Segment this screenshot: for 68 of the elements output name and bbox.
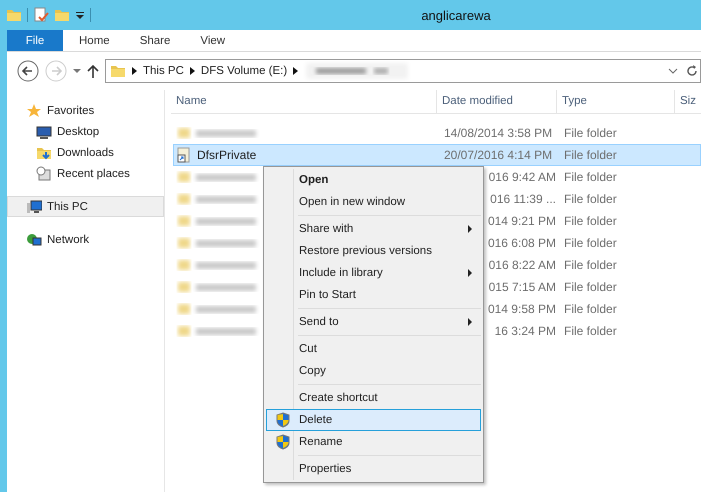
type-cell-text: File folder (563, 324, 618, 338)
date-cell: 14/08/2014 3:58 PM (444, 126, 552, 140)
menu-item[interactable]: Properties (266, 458, 481, 480)
menu-item[interactable]: Open (266, 169, 481, 191)
type-cell-text: File folder (563, 280, 618, 294)
menu-item[interactable]: Include in library (266, 262, 481, 284)
menu-item[interactable]: Pin to Start (266, 284, 481, 306)
date-cell: 014 9:21 PM (488, 214, 556, 228)
menu-item[interactable]: Cut (266, 338, 481, 360)
type-cell-text: File folder (563, 214, 618, 228)
dropdown-icon[interactable] (668, 67, 678, 75)
nav-item[interactable]: Downloads (7, 142, 164, 163)
type-cell-text: File folder (563, 236, 618, 250)
type-cell-text: File folder (563, 192, 618, 206)
breadcrumb[interactable]: This PC (143, 65, 184, 77)
folder-icon (110, 63, 126, 79)
menu-item[interactable]: Send to (266, 311, 481, 333)
nav-item[interactable]: Desktop (7, 121, 164, 142)
date-cell: 016 11:39 ... (490, 192, 556, 206)
menu-item[interactable]: Share with (266, 218, 481, 240)
recent-locations-icon[interactable] (73, 68, 81, 74)
menu-item[interactable]: Open in new window (266, 191, 481, 213)
type-cell-text: File folder (563, 302, 618, 316)
up-icon[interactable] (87, 64, 99, 78)
menu-item[interactable]: Delete (266, 409, 481, 431)
shortcut-icon (176, 147, 192, 163)
monitor-icon (36, 124, 52, 140)
menu-item[interactable]: Copy (266, 360, 481, 382)
type-cell-text: File folder (563, 170, 618, 184)
nav-item[interactable]: Recent places (7, 163, 164, 184)
menu-item[interactable]: Rename (266, 431, 481, 453)
shield-icon (276, 412, 290, 428)
address-bar[interactable]: This PC DFS Volume (E:) (105, 59, 701, 83)
nav-item[interactable]: This PC (7, 196, 164, 217)
date-cell: 016 8:22 AM (488, 258, 556, 272)
back-icon[interactable] (17, 60, 39, 82)
properties-icon[interactable] (33, 7, 49, 23)
type-cell-text: File folder (563, 258, 618, 272)
date-cell: 16 3:24 PM (494, 324, 556, 338)
nav-item[interactable]: Favorites (7, 100, 164, 121)
date-cell: 016 9:42 AM (488, 170, 556, 184)
window-title: anglicarewa (420, 8, 492, 22)
column-header[interactable]: Type (557, 90, 675, 113)
column-header[interactable]: Date modified (437, 90, 557, 113)
selected-row[interactable]: DfsrPrivate 20/07/2016 4:14 PM File folder (173, 144, 701, 166)
submenu-arrow-icon (468, 225, 472, 233)
column-header[interactable]: Siz (675, 90, 701, 113)
star-icon (26, 102, 42, 118)
shield-icon (276, 434, 290, 450)
column-header[interactable]: Name (171, 90, 437, 113)
menu-item[interactable]: Restore previous versions (266, 240, 481, 262)
type-cell-text: File folder (563, 148, 618, 162)
breadcrumb[interactable]: DFS Volume (E:) (200, 65, 288, 77)
recent-places-icon (36, 166, 52, 182)
file-name[interactable]: DfsrPrivate (197, 148, 256, 162)
date-cell: 016 6:08 PM (488, 236, 556, 250)
dropdown-icon[interactable] (75, 10, 85, 20)
date-cell: 014 9:58 PM (488, 302, 556, 316)
date-cell: 015 7:15 AM (488, 280, 556, 294)
date-cell: 20/07/2016 4:14 PM (444, 148, 552, 162)
submenu-arrow-icon (468, 269, 472, 277)
submenu-arrow-icon (468, 318, 472, 326)
computer-icon (26, 198, 42, 214)
network-icon (26, 232, 42, 248)
file-menu-button[interactable]: File (7, 30, 63, 51)
menu-item[interactable]: Create shortcut (266, 387, 481, 409)
type-cell-text: File folder (563, 126, 618, 140)
nav-item[interactable]: Network (7, 229, 164, 250)
